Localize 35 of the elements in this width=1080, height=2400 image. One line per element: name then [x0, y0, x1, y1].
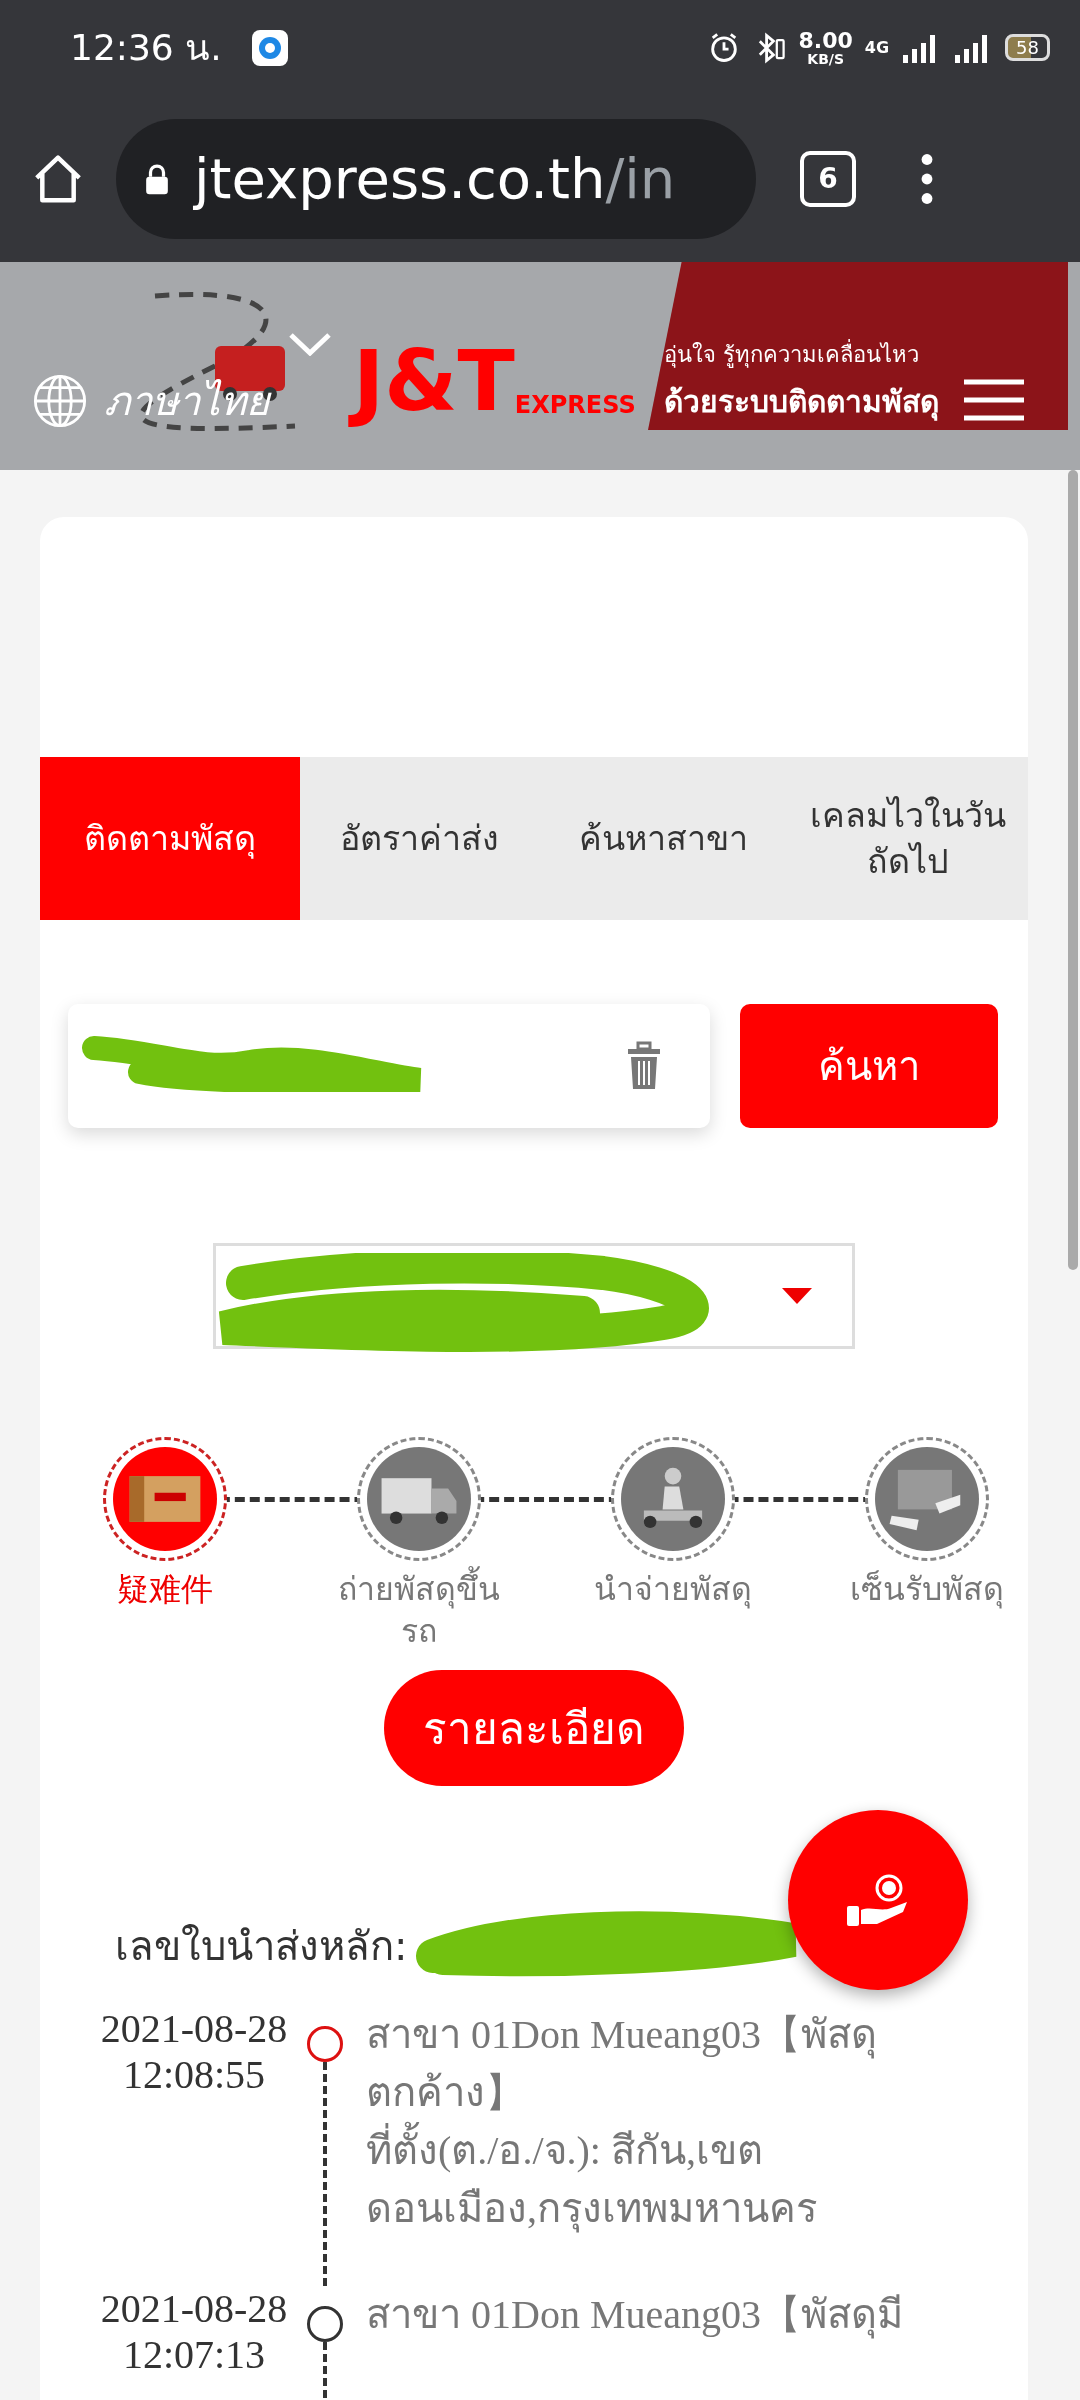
event-time: 12:07:13 [122, 2332, 266, 2379]
event-description: ที่ตั้ง(ต./อ./จ.): สีกัน,เขตดอนเมือง,กรุงเทพมหานคร [366, 2122, 976, 2239]
network-speed: 8.00 [798, 29, 853, 52]
caret-down-icon [782, 1288, 812, 1304]
tab[interactable]: ติดตามพัสดุ [40, 757, 300, 920]
tab[interactable]: ค้นหาสาขา [539, 757, 788, 920]
battery-indicator: 58 [1005, 34, 1050, 61]
step-label: นำจ่ายพัสดุ [594, 1569, 752, 1611]
tab[interactable]: เคลมไวในวันถัดไป [788, 757, 1028, 920]
tab[interactable]: อัตราค่าส่ง [300, 757, 539, 920]
menu-icon[interactable] [964, 378, 1024, 422]
lock-icon [144, 161, 170, 196]
more-options-icon[interactable] [920, 152, 934, 205]
address-bar[interactable]: jtexpress.co.th/in [116, 118, 756, 239]
details-button[interactable]: รายละเอียด [384, 1670, 684, 1787]
event-date: 2021-08-28 [100, 2006, 288, 2053]
step-label: เซ็นรับพัสดุ [850, 1569, 1004, 1611]
globe-icon[interactable] [32, 373, 88, 429]
chevron-down-icon[interactable] [288, 332, 332, 356]
step-label: 疑难件 [117, 1569, 213, 1610]
tab-count-button[interactable]: 6 [800, 150, 856, 207]
network-speed-unit: KB/S [807, 51, 845, 66]
event-date: 2021-08-28 [100, 2286, 288, 2333]
event-time: 12:08:55 [122, 2052, 266, 2099]
app-notification-icon [251, 29, 288, 66]
search-button[interactable]: ค้นหา [740, 1004, 998, 1128]
event-description: สาขา 01Don Mueang03【พัสดุมี [366, 2291, 904, 2341]
waybill-label: เลขใบนำส่งหลัก: [115, 1922, 408, 1972]
waybill-dropdown[interactable] [213, 1243, 855, 1349]
event-description: สาขา 01Don Mueang03【พัสดุตกค้าง】 [366, 2011, 878, 2118]
network-type: 4G [864, 38, 890, 57]
jt-express-logo: J&TEXPRESS [341, 324, 648, 438]
status-time: 12:36 น. [70, 26, 222, 70]
banner-tagline: อุ่นใจ รู้ทุกความเคลื่อนไหว [663, 337, 939, 372]
banner-headline: ด้วยระบบติดตามพัสดุ [663, 383, 939, 423]
